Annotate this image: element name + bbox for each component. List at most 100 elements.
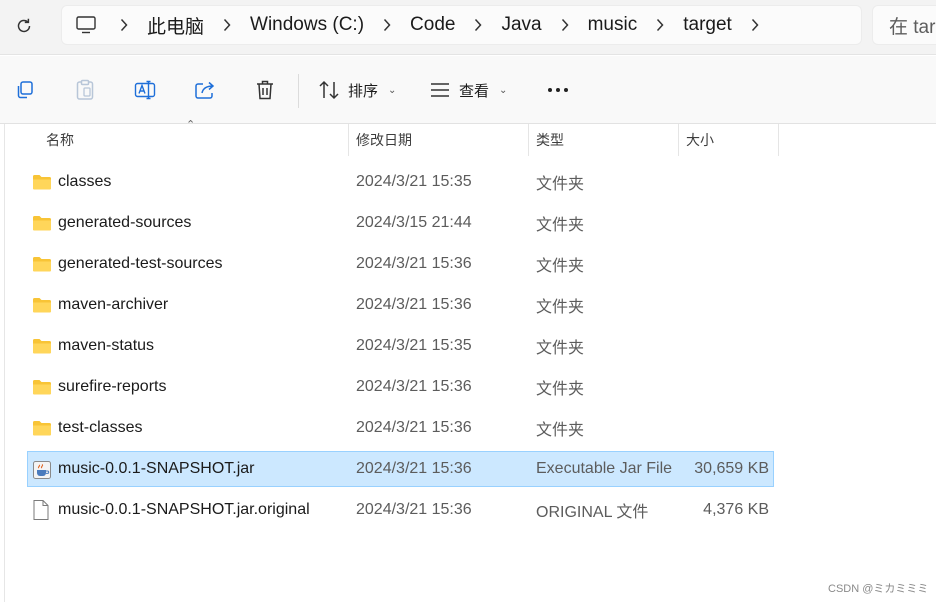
- file-name: maven-status: [58, 337, 155, 354]
- folder-icon: [32, 337, 52, 357]
- copy-icon: [17, 81, 33, 99]
- search-input[interactable]: 在 targ: [872, 5, 936, 45]
- rename-icon: [134, 80, 156, 100]
- view-icon: [431, 83, 449, 97]
- file-date: 2024/3/21 15:36: [356, 501, 472, 518]
- folder-icon: [32, 419, 52, 439]
- more-icon-dot: [564, 88, 568, 92]
- breadcrumb-item[interactable]: Code: [407, 14, 458, 36]
- folder-icon: [32, 214, 52, 234]
- file-row[interactable]: maven-archiver 2024/3/21 15:36 文件夹: [27, 287, 774, 323]
- breadcrumb-item[interactable]: Windows (C:): [247, 14, 367, 36]
- file-name: generated-test-sources: [58, 255, 223, 272]
- column-type-label: 类型: [536, 132, 564, 148]
- toolbar-divider: [298, 74, 299, 108]
- jar-file-icon: [32, 460, 52, 480]
- paste-icon: [76, 79, 94, 100]
- breadcrumb-item[interactable]: 此电脑: [144, 12, 207, 39]
- folder-icon: [32, 255, 52, 275]
- chevron-right-icon[interactable]: [104, 5, 144, 45]
- paste-button[interactable]: [67, 72, 103, 108]
- file-icon: [32, 499, 52, 520]
- file-name: surefire-reports: [58, 378, 167, 395]
- breadcrumb-item[interactable]: target: [680, 14, 735, 36]
- column-header-size[interactable]: 大小: [679, 124, 779, 156]
- file-date: 2024/3/21 15:36: [356, 378, 472, 395]
- file-type: 文件夹: [536, 176, 585, 193]
- sort-label: 排序: [348, 82, 379, 100]
- sort-menu[interactable]: 排序 ⌄: [318, 72, 396, 108]
- command-bar: 排序 ⌄ 查看 ⌄: [0, 56, 936, 124]
- file-row[interactable]: music-0.0.1-SNAPSHOT.jar 2024/3/21 15:36 E…: [27, 451, 774, 487]
- file-type: ORIGINAL 文件: [536, 504, 649, 521]
- chevron-right-icon[interactable]: [545, 5, 585, 45]
- more-icon: [548, 88, 552, 92]
- column-size-label: 大小: [686, 132, 714, 148]
- rename-button[interactable]: [127, 72, 163, 108]
- file-name: music-0.0.1-SNAPSHOT.jar: [58, 460, 255, 477]
- file-row[interactable]: classes 2024/3/21 15:35 文件夹: [27, 164, 774, 200]
- file-name: maven-archiver: [58, 296, 169, 313]
- share-button[interactable]: [187, 72, 223, 108]
- view-menu[interactable]: 查看 ⌄: [429, 72, 507, 108]
- breadcrumb: 此电脑 Windows (C:) Code Java music target: [104, 5, 775, 45]
- file-size: 4,376 KB: [703, 501, 769, 518]
- trash-icon: [257, 80, 273, 100]
- file-row[interactable]: surefire-reports 2024/3/21 15:36 文件夹: [27, 369, 774, 405]
- column-name-label: 名称: [46, 132, 74, 148]
- file-row[interactable]: test-classes 2024/3/21 15:36 文件夹: [27, 410, 774, 446]
- chevron-right-icon[interactable]: [735, 5, 775, 45]
- file-type: 文件夹: [536, 258, 585, 275]
- column-header-type[interactable]: 类型: [529, 124, 679, 156]
- computer-icon[interactable]: [76, 16, 104, 34]
- more-options-button[interactable]: [540, 72, 576, 108]
- file-type: 文件夹: [536, 217, 585, 234]
- sort-ascending-icon: ⌃: [186, 119, 196, 131]
- chevron-down-icon: ⌄: [388, 84, 397, 96]
- file-date: 2024/3/15 21:44: [356, 214, 472, 231]
- file-type: 文件夹: [536, 299, 585, 316]
- chevron-right-icon[interactable]: [367, 5, 407, 45]
- chevron-right-icon[interactable]: [207, 5, 247, 45]
- file-row[interactable]: generated-sources 2024/3/15 21:44 文件夹: [27, 205, 774, 241]
- folder-icon: [32, 378, 52, 398]
- breadcrumb-item[interactable]: music: [585, 14, 641, 36]
- copy-button[interactable]: [7, 72, 43, 108]
- chevron-right-icon[interactable]: [640, 5, 680, 45]
- more-icon-dot: [556, 88, 560, 92]
- refresh-icon: [17, 18, 31, 33]
- file-date: 2024/3/21 15:36: [356, 460, 472, 477]
- chevron-right-icon[interactable]: [458, 5, 498, 45]
- file-name: music-0.0.1-SNAPSHOT.jar.original: [58, 501, 310, 518]
- file-row[interactable]: music-0.0.1-SNAPSHOT.jar.original 2024/3/…: [27, 492, 774, 528]
- refresh-button[interactable]: [8, 10, 40, 42]
- sort-icon: [319, 80, 339, 100]
- file-type: 文件夹: [536, 422, 585, 439]
- file-date: 2024/3/21 15:36: [356, 296, 472, 313]
- folder-icon: [32, 173, 52, 193]
- file-type: 文件夹: [536, 381, 585, 398]
- file-type: Executable Jar File: [536, 460, 673, 477]
- file-date: 2024/3/21 15:35: [356, 337, 472, 354]
- file-name: generated-sources: [58, 214, 192, 231]
- breadcrumb-item[interactable]: Java: [498, 14, 544, 36]
- folder-icon: [32, 296, 52, 316]
- chevron-down-icon: ⌄: [499, 84, 508, 96]
- file-size: 30,659 KB: [694, 460, 769, 477]
- share-icon: [195, 81, 215, 99]
- file-date: 2024/3/21 15:36: [356, 419, 472, 436]
- view-label: 查看: [459, 82, 490, 100]
- address-bar-row: 此电脑 Windows (C:) Code Java music target 在 tar…: [0, 0, 936, 55]
- column-date-label: 修改日期: [356, 132, 412, 148]
- search-placeholder: 在 targ: [889, 16, 936, 38]
- pane-divider: [4, 124, 5, 602]
- address-box[interactable]: 此电脑 Windows (C:) Code Java music target: [61, 5, 862, 45]
- file-name: test-classes: [58, 419, 143, 436]
- file-type: 文件夹: [536, 340, 585, 357]
- watermark: CSDN @ミカミミミ: [828, 583, 929, 595]
- column-header-date[interactable]: 修改日期: [349, 124, 529, 156]
- file-row[interactable]: generated-test-sources 2024/3/21 15:36 文件夹: [27, 246, 774, 282]
- file-date: 2024/3/21 15:35: [356, 173, 472, 190]
- delete-button[interactable]: [247, 72, 283, 108]
- file-row[interactable]: maven-status 2024/3/21 15:35 文件夹: [27, 328, 774, 364]
